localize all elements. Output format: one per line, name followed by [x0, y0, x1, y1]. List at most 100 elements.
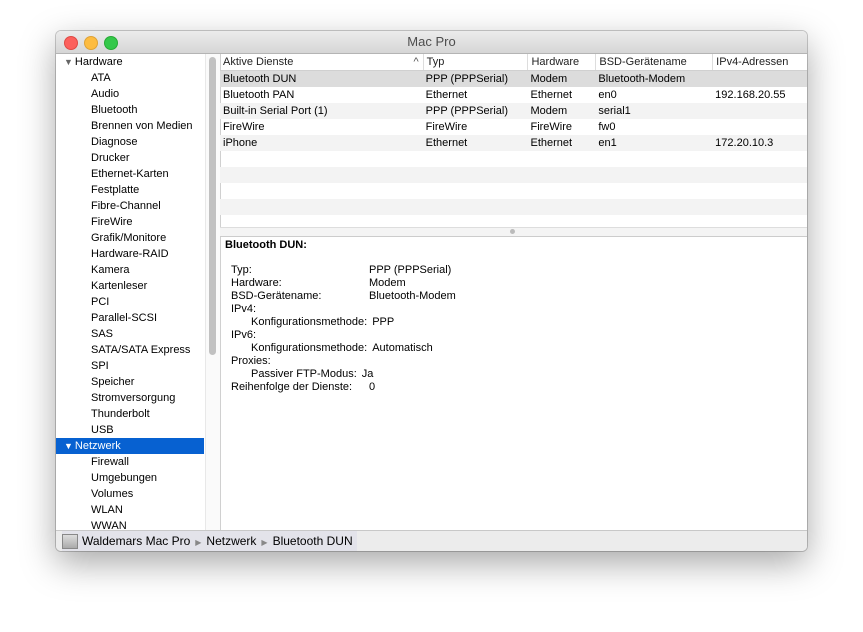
sidebar-item-label: Audio — [91, 88, 120, 100]
detail-line: IPv4: — [225, 303, 456, 316]
scrollbar-thumb[interactable] — [209, 57, 216, 355]
sidebar-item-volumes[interactable]: Volumes — [56, 486, 204, 502]
sidebar-item-label: Grafik/Monitore — [91, 232, 167, 244]
sidebar-item-drucker[interactable]: Drucker — [56, 150, 204, 166]
column-header-label: Typ — [426, 56, 445, 68]
table-cell: iPhone — [223, 137, 258, 149]
system-information-window: Mac Pro ▼ Hardware ATA Audio Bluetooth Brenne… — [56, 31, 807, 551]
split-divider[interactable] — [220, 227, 807, 237]
detail-key: Proxies: — [231, 355, 271, 367]
window-title: Mac Pro — [407, 34, 456, 49]
sidebar-item-label: Speicher — [91, 376, 135, 388]
column-header-2[interactable]: Hardware — [527, 54, 595, 70]
sidebar-item-label: USB — [91, 424, 114, 436]
table-cell: Modem — [530, 105, 568, 117]
table-cell: FireWire — [530, 121, 573, 133]
sidebar-item-ethernet-karten[interactable]: Ethernet-Karten — [56, 166, 204, 182]
table-cell: FireWire — [223, 121, 265, 133]
path-item[interactable]: Netzwerk — [206, 534, 256, 548]
sidebar-item-parallel-scsi[interactable]: Parallel-SCSI — [56, 310, 204, 326]
path-separator-icon: ▶ — [261, 538, 268, 547]
sidebar-item-pci[interactable]: PCI — [56, 294, 204, 310]
sidebar-item-firewire[interactable]: FireWire — [56, 214, 204, 230]
sidebar: ▼ Hardware ATA Audio Bluetooth Brennen von Me… — [56, 54, 204, 531]
sidebar-item-kartenleser[interactable]: Kartenleser — [56, 278, 204, 294]
path-item[interactable]: Bluetooth DUN — [273, 534, 353, 548]
table-cell: Bluetooth PAN — [223, 89, 295, 101]
table-row[interactable]: Bluetooth DUN PPP (PPPSerial) Modem Bluetoo… — [220, 71, 807, 87]
sidebar-item-firewall[interactable]: Firewall — [56, 454, 204, 470]
column-header-1[interactable]: Typ — [422, 54, 528, 70]
sidebar-scrollbar[interactable] — [205, 54, 221, 531]
table-cell: FireWire — [425, 121, 468, 133]
detail-key: Konfigurationsmethode: — [251, 316, 368, 328]
sidebar-item-label: Fibre-Channel — [91, 200, 161, 212]
sidebar-item-label: Ethernet-Karten — [91, 168, 169, 180]
detail-title: Bluetooth DUN: — [225, 239, 307, 251]
detail-value: PPP — [372, 316, 395, 328]
close-button[interactable] — [64, 36, 78, 50]
detail-key: IPv4: — [231, 303, 257, 315]
sidebar-item-audio[interactable]: Audio — [56, 86, 204, 102]
sidebar-item-diagnose[interactable]: Diagnose — [56, 134, 204, 150]
column-header-label: BSD-Gerätename — [599, 56, 687, 68]
sidebar-item-fibre-channel[interactable]: Fibre-Channel — [56, 198, 204, 214]
table-cell: Bluetooth-Modem — [598, 73, 686, 85]
sidebar-item-label: Stromversorgung — [91, 392, 176, 404]
sidebar-item-netzwerk[interactable]: ▼ Netzwerk — [56, 438, 204, 454]
sidebar-item-festplatte[interactable]: Festplatte — [56, 182, 204, 198]
divider-handle-icon[interactable] — [510, 229, 515, 234]
path-item[interactable]: Waldemars Mac Pro — [82, 534, 190, 548]
detail-value: Bluetooth-Modem — [369, 290, 456, 302]
sidebar-item-kamera[interactable]: Kamera — [56, 262, 204, 278]
sidebar-item-grafik-monitore[interactable]: Grafik/Monitore — [56, 230, 204, 246]
sidebar-item-spi[interactable]: SPI — [56, 358, 204, 374]
sidebar-item-label: Netzwerk — [74, 440, 121, 452]
table-row[interactable]: Bluetooth PAN Ethernet Ethernet en0 192.168.… — [220, 87, 807, 103]
sidebar-item-label: Firewall — [91, 456, 129, 468]
column-header-label: IPv4-Adressen — [716, 56, 789, 68]
column-header-3[interactable]: BSD-Gerätename — [595, 54, 712, 70]
sidebar-item-wlan[interactable]: WLAN — [56, 502, 204, 518]
computer-icon — [62, 534, 78, 550]
sidebar-item-speicher[interactable]: Speicher — [56, 374, 204, 390]
column-header-0[interactable]: Aktive Dienste ^ — [220, 54, 423, 70]
table-row[interactable]: Built-in Serial Port (1) PPP (PPPSerial) M… — [220, 103, 807, 119]
sidebar-item-label: PCI — [91, 296, 110, 308]
table-header: Aktive Dienste ^ Typ Hardware BSD-Gerätename… — [220, 54, 807, 71]
sidebar-item-bluetooth[interactable]: Bluetooth — [56, 102, 204, 118]
detail-line: Typ: PPP (PPPSerial) — [225, 264, 456, 277]
zoom-button[interactable] — [104, 36, 118, 50]
sidebar-item-sata-sata-express[interactable]: SATA/SATA Express — [56, 342, 204, 358]
sidebar-item-usb[interactable]: USB — [56, 422, 204, 438]
detail-key: Passiver FTP-Modus: — [251, 368, 357, 380]
table-cell: Modem — [530, 73, 568, 85]
table-cell: en0 — [598, 89, 617, 101]
detail-key: IPv6: — [231, 329, 257, 341]
disclosure-triangle-icon[interactable]: ▼ — [64, 57, 73, 67]
empty-row — [220, 167, 807, 183]
detail-value: PPP (PPPSerial) — [369, 264, 452, 276]
detail-value: Modem — [369, 277, 406, 289]
disclosure-triangle-icon[interactable]: ▼ — [64, 441, 73, 451]
table-row[interactable]: iPhone Ethernet Ethernet en1 172.20.10.3 — [220, 135, 807, 151]
table-cell: 192.168.20.55 — [715, 89, 786, 101]
sidebar-item-brennen-von-medien[interactable]: Brennen von Medien — [56, 118, 204, 134]
sidebar-item-label: SAS — [91, 328, 114, 340]
empty-row — [220, 215, 807, 227]
sidebar-item-label: Volumes — [91, 488, 134, 500]
sidebar-item-umgebungen[interactable]: Umgebungen — [56, 470, 204, 486]
column-header-4[interactable]: IPv4-Adressen — [712, 54, 807, 70]
sidebar-item-ata[interactable]: ATA — [56, 70, 204, 86]
sidebar-item-hardware-raid[interactable]: Hardware-RAID — [56, 246, 204, 262]
sidebar-item-hardware[interactable]: ▼ Hardware — [56, 54, 204, 70]
table-row[interactable]: FireWire FireWire FireWire fw0 — [220, 119, 807, 135]
minimize-button[interactable] — [84, 36, 98, 50]
table-cell: Bluetooth DUN — [223, 73, 297, 85]
table-cell: en1 — [598, 137, 617, 149]
sidebar-item-thunderbolt[interactable]: Thunderbolt — [56, 406, 204, 422]
column-header-label: Aktive Dienste — [223, 56, 294, 68]
sidebar-item-sas[interactable]: SAS — [56, 326, 204, 342]
table-cell — [712, 103, 807, 119]
sidebar-item-stromversorgung[interactable]: Stromversorgung — [56, 390, 204, 406]
